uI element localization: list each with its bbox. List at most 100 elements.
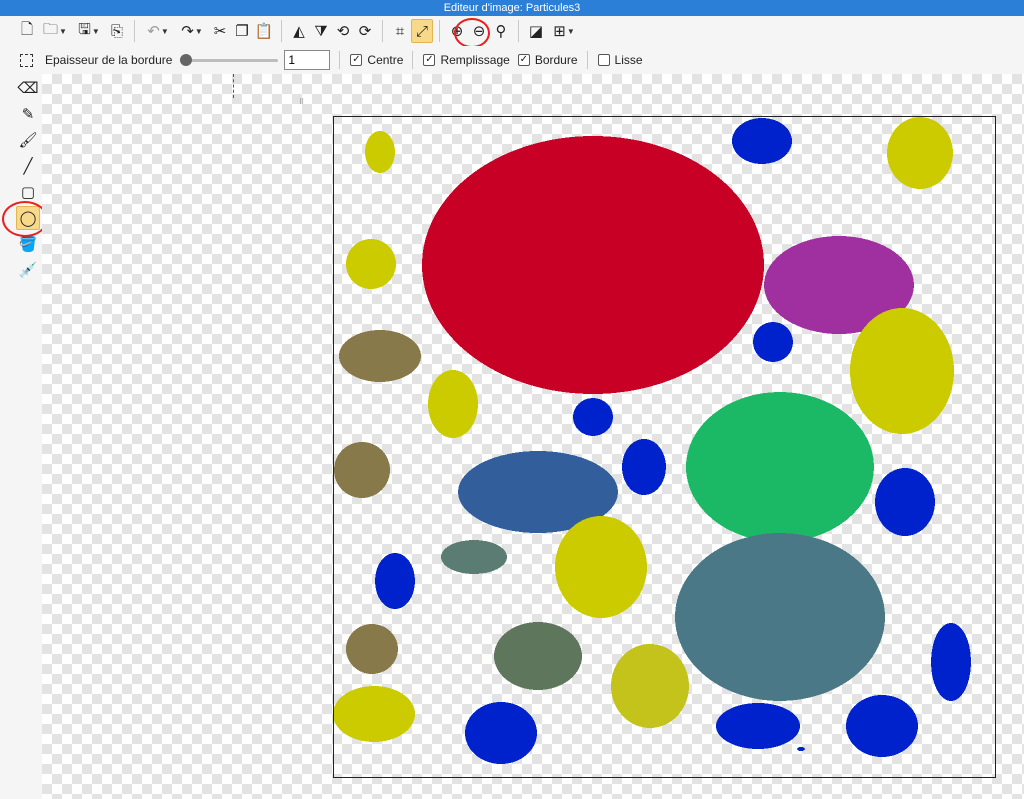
- checkbox-box[interactable]: [597, 54, 610, 66]
- undo-button[interactable]: ↶ ▼: [141, 19, 175, 43]
- particles-image[interactable]: [334, 117, 995, 777]
- image-canvas[interactable]: [333, 116, 996, 778]
- eraser-icon[interactable]: ⌫: [16, 76, 40, 100]
- toolbar-divider: [518, 20, 519, 42]
- particle-ellipse: [375, 553, 415, 609]
- toolbar-divider: [281, 20, 282, 42]
- folder-icon: 🗀: [43, 20, 59, 38]
- selection-icon[interactable]: [20, 53, 33, 67]
- particle-ellipse: [334, 442, 390, 498]
- grid-button[interactable]: ⊞ ▼: [547, 19, 581, 43]
- particle-ellipse: [428, 370, 478, 438]
- redo-icon: ↷: [181, 23, 194, 40]
- rotate-right-icon[interactable]: ⟳: [354, 19, 376, 43]
- toolbar-divider: [134, 20, 135, 42]
- tool-options-bar: Epaisseur de la bordure ✓ Centre ✓ Remplis…: [0, 46, 1024, 74]
- particle-ellipse: [753, 322, 793, 362]
- particle-ellipse: [931, 623, 971, 701]
- particle-ellipse: [573, 398, 613, 436]
- chevron-down-icon: ▼: [566, 26, 575, 36]
- centre-checkbox[interactable]: ✓ Centre: [350, 53, 403, 67]
- particle-ellipse: [611, 644, 689, 728]
- rotate-left-icon[interactable]: ⟲: [332, 19, 354, 43]
- slider-track: [180, 59, 279, 62]
- save-button[interactable]: 🖫 ▼: [72, 19, 106, 43]
- options-divider: [412, 51, 414, 69]
- particle-ellipse: [441, 540, 507, 574]
- particle-ellipse: [465, 702, 537, 764]
- particle-ellipse: [334, 686, 415, 742]
- particle-ellipse: [622, 439, 666, 495]
- tool-palette: ⌫ ✎ 🖌 ╱ ▢ ◯ 🪣 💉: [0, 74, 42, 799]
- eyedropper-icon[interactable]: 💉: [16, 258, 40, 282]
- particle-ellipse: [732, 118, 792, 164]
- main-toolbar: 🗋 🗀 ▼ 🖫 ▼ ⎘ ↶ ▼ ↷ ▼ ✂ ❐ 📋 ◭ ⧩ ⟲ ⟳ ⌗ ⤢ ⊕ ⊖ ⚲ …: [0, 16, 1024, 46]
- particle-ellipse: [716, 703, 800, 749]
- new-file-icon[interactable]: 🗋: [16, 19, 38, 43]
- undo-icon: ↶: [147, 23, 160, 40]
- chevron-down-icon: ▼: [194, 26, 203, 36]
- redo-button[interactable]: ↷ ▼: [175, 19, 209, 43]
- border-label: Bordure: [534, 53, 578, 67]
- export-icon[interactable]: ⎘: [106, 19, 128, 43]
- particle-ellipse: [494, 622, 582, 690]
- zoom-out-icon[interactable]: ⊖: [468, 19, 490, 43]
- window-title: Editeur d'image: Particules3: [0, 0, 1024, 16]
- checkbox-box[interactable]: ✓: [423, 54, 436, 66]
- particle-ellipse: [887, 117, 953, 189]
- particle-ellipse: [686, 392, 874, 542]
- scissors-icon[interactable]: ✂: [209, 19, 231, 43]
- smooth-checkbox[interactable]: Lisse: [597, 53, 643, 67]
- smooth-label: Lisse: [614, 53, 643, 67]
- flip-vertical-icon[interactable]: ⧩: [310, 19, 332, 43]
- image-editor-window: Editeur d'image: Particules3 🗋 🗀 ▼ 🖫 ▼ ⎘ ↶…: [0, 0, 1024, 799]
- ellipse-icon[interactable]: ◯: [16, 206, 40, 230]
- toolbar-divider: [439, 20, 440, 42]
- particle-ellipse: [346, 239, 396, 289]
- particle-ellipse: [339, 330, 421, 382]
- border-thickness-slider[interactable]: [180, 54, 279, 66]
- chevron-down-icon: ▼: [59, 26, 67, 36]
- fill-checkbox[interactable]: ✓ Remplissage: [423, 53, 510, 67]
- border-thickness-input[interactable]: [284, 50, 331, 70]
- brush-icon[interactable]: 🖌: [16, 128, 40, 152]
- particle-ellipse: [555, 516, 647, 618]
- zoom-icon[interactable]: ⚲: [490, 19, 512, 43]
- options-divider: [586, 51, 588, 69]
- copy-icon[interactable]: ❐: [231, 19, 253, 43]
- particle-ellipse: [875, 468, 935, 536]
- fill-label: Remplissage: [440, 53, 510, 67]
- border-thickness-label: Epaisseur de la bordure: [45, 53, 173, 67]
- border-checkbox[interactable]: ✓ Bordure: [517, 53, 578, 67]
- line-icon[interactable]: ╱: [16, 154, 40, 178]
- pencil-icon[interactable]: ✎: [16, 102, 40, 126]
- paste-icon[interactable]: 📋: [253, 19, 275, 43]
- resize-handle[interactable]: ⠿: [299, 98, 304, 106]
- particle-ellipse: [846, 695, 918, 757]
- options-divider: [339, 51, 341, 69]
- chevron-down-icon: ▼: [91, 26, 100, 36]
- checkbox-box[interactable]: ✓: [517, 54, 530, 66]
- particle-ellipse: [346, 624, 398, 674]
- fill-bucket-icon[interactable]: 🪣: [16, 232, 40, 256]
- flip-horizontal-icon[interactable]: ◭: [288, 19, 310, 43]
- crop-icon[interactable]: ⌗: [389, 19, 411, 43]
- particle-ellipse: [675, 533, 885, 701]
- particle-ellipse: [365, 131, 395, 173]
- checkbox-box[interactable]: ✓: [350, 54, 363, 66]
- toolbar-divider: [382, 20, 383, 42]
- contrast-icon[interactable]: ◪: [525, 19, 547, 43]
- particle-ellipse: [850, 308, 954, 434]
- centre-label: Centre: [367, 53, 404, 67]
- resize-icon[interactable]: ⤢: [411, 19, 433, 43]
- selection-guide: [233, 74, 234, 98]
- slider-thumb[interactable]: [180, 54, 193, 66]
- grid-icon: ⊞: [553, 23, 566, 40]
- rectangle-icon[interactable]: ▢: [16, 180, 40, 204]
- chevron-down-icon: ▼: [160, 26, 169, 36]
- particle-ellipse: [422, 136, 764, 394]
- open-button[interactable]: 🗀 ▼: [38, 19, 72, 43]
- particle-ellipse: [797, 747, 805, 751]
- zoom-in-icon[interactable]: ⊕: [446, 19, 468, 43]
- save-icon: 🖫: [78, 20, 91, 38]
